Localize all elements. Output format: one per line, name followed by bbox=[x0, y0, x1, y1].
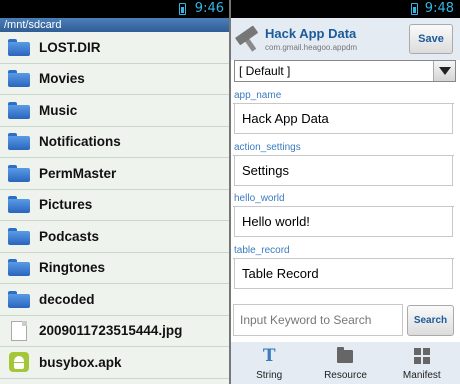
folder-icon bbox=[8, 164, 30, 182]
file-name: Movies bbox=[39, 71, 85, 87]
string-value-field[interactable]: Hello world! bbox=[234, 206, 453, 237]
file-name: Music bbox=[39, 102, 78, 118]
folder-icon bbox=[8, 38, 30, 56]
folder-icon bbox=[8, 196, 30, 214]
tab-label: Resource bbox=[324, 370, 367, 381]
file-icon bbox=[11, 320, 27, 341]
bottom-tab-bar: T String Resource Manifest bbox=[231, 342, 460, 384]
grid-icon bbox=[413, 348, 430, 364]
string-editor-pane: 9:48 Hack App Data com.gmail.heagoo.appd… bbox=[231, 0, 460, 384]
file-row-ringtones[interactable]: Ringtones bbox=[0, 253, 230, 284]
file-row-music[interactable]: Music bbox=[0, 95, 230, 127]
search-input[interactable]: Input Keyword to Search bbox=[233, 304, 403, 336]
string-value-field[interactable]: Table Record bbox=[234, 258, 453, 289]
file-name: busybox.apk bbox=[39, 354, 122, 370]
file-row-movies[interactable]: Movies bbox=[0, 64, 230, 95]
file-name: PermMaster bbox=[39, 165, 117, 181]
battery-icon bbox=[411, 3, 418, 15]
folder-icon bbox=[8, 133, 30, 151]
folder-icon bbox=[8, 290, 30, 308]
app-package: com.gmail.heagoo.appdm bbox=[265, 43, 358, 52]
file-name: Podcasts bbox=[39, 228, 100, 244]
string-key: table_record bbox=[234, 245, 290, 256]
status-bar: 9:48 bbox=[231, 0, 460, 18]
status-time: 9:48 bbox=[424, 1, 454, 16]
tab-manifest[interactable]: Manifest bbox=[384, 342, 460, 384]
string-value-field[interactable]: Hack App Data bbox=[234, 103, 453, 134]
apk-icon bbox=[9, 352, 29, 373]
language-select-value: [ Default ] bbox=[239, 64, 291, 78]
app-header: Hack App Data com.gmail.heagoo.appdm Sav… bbox=[231, 18, 460, 60]
file-row-notifications[interactable]: Notifications bbox=[0, 127, 230, 158]
language-select[interactable]: [ Default ] bbox=[234, 60, 456, 82]
string-key: action_settings bbox=[234, 142, 301, 153]
current-path: /mnt/sdcard bbox=[0, 18, 230, 32]
file-name: decoded bbox=[39, 291, 95, 307]
app-title: Hack App Data bbox=[265, 26, 357, 41]
folder-icon bbox=[8, 70, 30, 88]
tab-label: String bbox=[256, 370, 283, 381]
string-key: hello_world bbox=[234, 193, 285, 204]
tab-label: Manifest bbox=[402, 370, 441, 381]
file-row-busybox-apk[interactable]: busybox.apk bbox=[0, 347, 230, 379]
status-bar: 9:46 bbox=[0, 0, 230, 18]
file-row-decoded[interactable]: decoded bbox=[0, 284, 230, 316]
file-name: Notifications bbox=[39, 134, 121, 150]
file-name: LOST.DIR bbox=[39, 39, 101, 55]
search-button[interactable]: Search bbox=[407, 305, 454, 336]
file-row-pictures[interactable]: Pictures bbox=[0, 190, 230, 221]
folder-icon bbox=[8, 227, 30, 245]
file-name: 2009011723515444.jpg bbox=[39, 323, 183, 339]
file-row-lost-dir[interactable]: LOST.DIR bbox=[0, 32, 230, 64]
string-key: app_name bbox=[234, 90, 282, 101]
status-time: 9:46 bbox=[194, 1, 224, 16]
text-icon: T bbox=[262, 346, 276, 366]
hammer-icon bbox=[235, 25, 261, 52]
file-browser-pane: 9:46 /mnt/sdcard LOST.DIR Movies Music N… bbox=[0, 0, 230, 384]
save-button[interactable]: Save bbox=[409, 24, 453, 54]
folder-icon bbox=[8, 259, 30, 277]
battery-icon bbox=[179, 3, 186, 15]
folder-icon bbox=[8, 101, 30, 119]
file-row-jpg[interactable]: 2009011723515444.jpg bbox=[0, 316, 230, 347]
file-name: Pictures bbox=[39, 197, 93, 213]
file-name: Ringtones bbox=[39, 260, 105, 276]
file-row-permmaster[interactable]: PermMaster bbox=[0, 158, 230, 190]
string-value-field[interactable]: Settings bbox=[234, 155, 453, 186]
dropdown-arrow-icon[interactable] bbox=[433, 61, 455, 81]
file-list: LOST.DIR Movies Music Notifications Perm… bbox=[0, 32, 230, 379]
file-row-podcasts[interactable]: Podcasts bbox=[0, 221, 230, 253]
tab-resource[interactable]: Resource bbox=[307, 342, 383, 384]
folder-icon bbox=[337, 347, 354, 363]
tab-string[interactable]: T String bbox=[231, 342, 307, 384]
